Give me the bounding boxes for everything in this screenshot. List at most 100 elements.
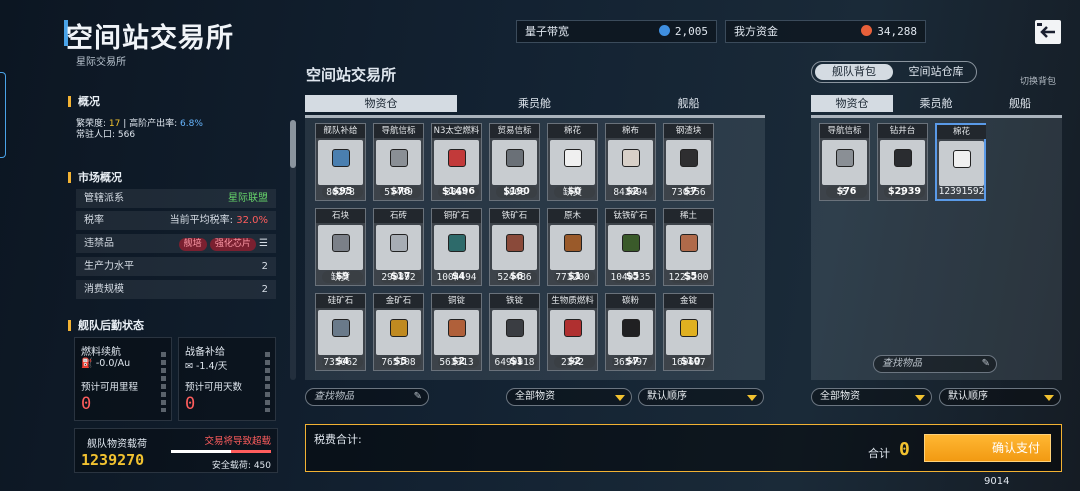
funds-display: 我方资金 34,288 xyxy=(725,20,926,43)
fuel-panel: 燃料续航 ⛽ -0.0/Au 预计可用里程 0 xyxy=(74,337,172,421)
tab-ships[interactable]: 舰船 xyxy=(979,95,1061,112)
item-card[interactable]: 贸易信标 $190 1808 xyxy=(489,123,540,201)
tab-supplies[interactable]: 物资仓 xyxy=(811,95,893,112)
tax-total-label: 税费合计: xyxy=(314,433,362,446)
item-quantity: 12391592 xyxy=(938,186,985,197)
item-card[interactable]: 钢渣块 $7 730356 xyxy=(663,123,714,201)
item-card[interactable]: 铁矿石 $6 524486 xyxy=(489,208,540,286)
item-card[interactable]: 导航信标 $76 57409 xyxy=(373,123,424,201)
quantum-icon xyxy=(658,25,670,36)
item-name: 棉花 xyxy=(548,124,597,138)
item-quantity: 730356 xyxy=(671,187,706,198)
item-name: 铜锭 xyxy=(432,294,481,308)
item-quantity: 365497 xyxy=(613,357,648,368)
exit-button[interactable] xyxy=(1035,20,1061,44)
tax-value-label: 当前平均税率: xyxy=(169,215,237,226)
brick-icon xyxy=(390,234,408,252)
item-card[interactable]: 棉花 12391592 xyxy=(935,123,986,201)
total-label: 合计 xyxy=(868,447,890,460)
item-name: 铜矿石 xyxy=(432,209,481,223)
gold-ore-icon xyxy=(390,319,408,337)
supply-panel: 战备补给 ✉ -1.4/天 预计可用天数 0 xyxy=(178,337,276,421)
gold-ingot-icon xyxy=(680,319,698,337)
item-card[interactable]: 碳粉 $7 365497 xyxy=(605,293,656,371)
item-card[interactable]: 生物质燃料 $2 2392 xyxy=(547,293,598,371)
range-value: 0 xyxy=(81,394,92,414)
range-label: 预计可用里程 xyxy=(81,382,139,393)
item-card[interactable]: 金矿石 $5 765108 xyxy=(373,293,424,371)
item-image: $0 xyxy=(550,140,595,198)
market-row-faction: 管辖派系 星际联盟 xyxy=(76,189,276,208)
row-label: 消费规模 xyxy=(84,284,124,295)
side-drawer-handle[interactable] xyxy=(0,72,6,158)
item-card[interactable]: 铜锭 $2 563313 xyxy=(431,293,482,371)
backpack-filter-select[interactable]: 全部物资 xyxy=(811,388,932,406)
item-quantity: 735062 xyxy=(323,357,358,368)
scroll-thumb[interactable] xyxy=(290,120,296,168)
item-card[interactable]: 金锭 $10 169687 xyxy=(663,293,714,371)
menu-icon[interactable]: ☰ xyxy=(259,238,268,249)
item-image: $76 xyxy=(376,140,421,198)
toggle-fleet-bag[interactable]: 舰队背包 xyxy=(815,64,893,80)
backpack-sort-select[interactable]: 默认顺序 xyxy=(939,388,1061,406)
item-quantity: 缺货 xyxy=(562,187,582,198)
item-card[interactable]: 原木 $1 773200 xyxy=(547,208,598,286)
item-image: $2 xyxy=(608,140,653,198)
item-card[interactable]: 铁锭 $1 6499918 xyxy=(489,293,540,371)
fuel-gauge xyxy=(161,352,166,412)
supply-crate-icon xyxy=(332,149,350,167)
item-card[interactable]: 硅矿石 $4 735062 xyxy=(315,293,366,371)
sort-value: 默认顺序 xyxy=(647,391,687,402)
item-card[interactable]: 铜矿石 $4 1004494 xyxy=(431,208,482,286)
item-card[interactable]: N3太空燃料 $1496 3864 xyxy=(431,123,482,201)
left-scrollbar[interactable] xyxy=(290,120,296,380)
item-card[interactable]: 钛铁矿石 $5 1040235 xyxy=(605,208,656,286)
item-card[interactable]: 舰队补给 $95 80278 xyxy=(315,123,366,201)
market-filter-select[interactable]: 全部物资 xyxy=(506,388,632,406)
trade-beacon-icon xyxy=(506,149,524,167)
item-quantity: 169687 xyxy=(671,357,706,368)
tab-crew[interactable]: 乘员舱 xyxy=(895,95,977,112)
tab-crew[interactable]: 乘员舱 xyxy=(458,95,611,112)
bandwidth-value: 2,005 xyxy=(674,25,708,38)
item-quantity: 缺货 xyxy=(330,272,350,283)
productivity-value: 2 xyxy=(261,261,268,272)
item-card[interactable]: 棉布 $2 843894 xyxy=(605,123,656,201)
item-quantity: 524486 xyxy=(497,272,532,283)
item-image: $7 xyxy=(608,310,653,368)
tab-ships[interactable]: 舰船 xyxy=(612,95,765,112)
drill-rig-icon xyxy=(894,149,912,167)
item-image: $10 xyxy=(666,310,711,368)
confirm-pay-button[interactable]: 确认支付 xyxy=(924,434,1051,462)
exit-arrow-icon xyxy=(1037,23,1055,38)
contraband-tag[interactable]: 强化芯片 xyxy=(209,238,256,251)
bandwidth-value-wrap: 2,005 xyxy=(658,21,708,42)
slag-icon xyxy=(680,149,698,167)
bandwidth-display: 量子带宽 2,005 xyxy=(516,20,717,43)
item-image: $1 xyxy=(492,310,537,368)
backpack-search-input[interactable]: 查找物品 ✎ xyxy=(873,355,997,373)
contraband-tag[interactable]: 舰培 xyxy=(178,238,207,251)
market-sort-select[interactable]: 默认顺序 xyxy=(638,388,764,406)
market-row-contraband: 违禁品 舰培 强化芯片 ☰ xyxy=(76,234,276,253)
item-card[interactable]: 稀土 $5 1225200 xyxy=(663,208,714,286)
market-heading: 市场概况 xyxy=(68,172,122,183)
item-quantity: 563313 xyxy=(439,357,474,368)
toggle-station-storage[interactable]: 空间站仓库 xyxy=(898,64,974,80)
item-card[interactable]: 钻井台 $2939 1 xyxy=(877,123,928,201)
switch-bag-label[interactable]: 切换背包 xyxy=(1020,74,1056,87)
item-card[interactable]: 棉花 $0 缺货 xyxy=(547,123,598,201)
consumption-value: 2 xyxy=(261,284,268,295)
item-card[interactable]: 石块 $9 缺货 xyxy=(315,208,366,286)
logistics-heading: 舰队后勤状态 xyxy=(68,320,144,331)
prosperity-value: 17 xyxy=(108,119,121,129)
item-image: $5 xyxy=(376,310,421,368)
market-search-input[interactable]: 查找物品 ✎ xyxy=(305,388,429,406)
tab-supplies[interactable]: 物资仓 xyxy=(305,95,457,112)
item-card[interactable]: 石砖 $17 299892 xyxy=(373,208,424,286)
pencil-icon: ✎ xyxy=(413,391,422,402)
item-card[interactable]: 导航信标 $76 5 xyxy=(819,123,870,201)
item-name: 原木 xyxy=(548,209,597,223)
item-image: $5 xyxy=(608,225,653,283)
copper-ore-icon xyxy=(448,234,466,252)
